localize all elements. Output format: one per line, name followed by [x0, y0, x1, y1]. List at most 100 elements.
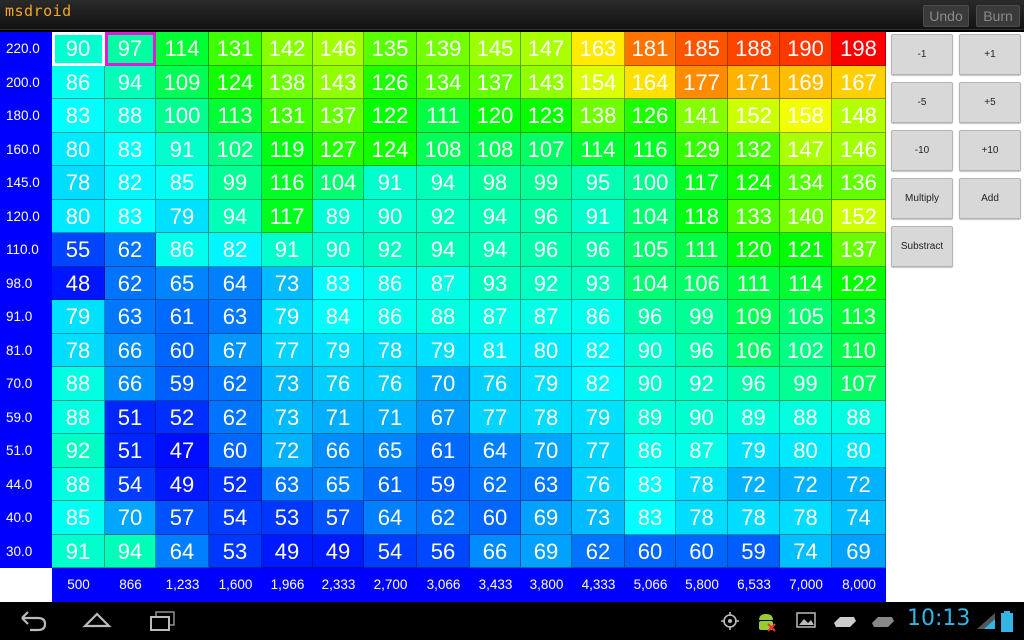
table-cell[interactable]: 89: [625, 400, 676, 434]
table-cell[interactable]: 86: [572, 300, 625, 334]
table-cell[interactable]: 82: [105, 166, 156, 200]
table-cell[interactable]: 70: [417, 367, 470, 401]
table-cell[interactable]: 78: [52, 333, 105, 367]
table-cell[interactable]: 86: [156, 233, 209, 267]
table-cell[interactable]: 137: [832, 233, 886, 267]
table-cell[interactable]: 95: [572, 166, 625, 200]
table-cell[interactable]: 76: [364, 367, 417, 401]
table-cell[interactable]: 143: [313, 65, 364, 99]
table-cell[interactable]: 73: [262, 266, 313, 300]
table-cell[interactable]: 133: [728, 199, 780, 233]
burn-button[interactable]: Burn: [976, 5, 1020, 27]
table-cell[interactable]: 92: [417, 199, 470, 233]
table-cell[interactable]: 72: [728, 467, 780, 501]
table-cell[interactable]: 87: [521, 300, 572, 334]
table-cell[interactable]: 88: [105, 99, 156, 133]
table-cell[interactable]: 57: [313, 501, 364, 535]
table-cell[interactable]: 80: [780, 434, 832, 468]
table-cell[interactable]: 88: [780, 400, 832, 434]
table-cell[interactable]: 104: [625, 199, 676, 233]
table-cell[interactable]: 48: [52, 266, 105, 300]
table-cell[interactable]: 83: [625, 501, 676, 535]
table-cell[interactable]: 90: [364, 199, 417, 233]
table-cell[interactable]: 89: [728, 400, 780, 434]
table-cell[interactable]: 59: [156, 367, 209, 401]
table-cell[interactable]: 111: [417, 99, 470, 133]
table-cell[interactable]: 158: [780, 99, 832, 133]
table-cell[interactable]: 94: [105, 534, 156, 568]
table-cell[interactable]: 97: [105, 32, 156, 66]
table-cell[interactable]: 79: [572, 400, 625, 434]
table-cell[interactable]: 59: [728, 534, 780, 568]
table-cell[interactable]: 60: [209, 434, 262, 468]
table-cell[interactable]: 131: [262, 99, 313, 133]
table-cell[interactable]: 99: [780, 367, 832, 401]
table-cell[interactable]: 113: [832, 300, 886, 334]
table-cell[interactable]: 49: [156, 467, 209, 501]
table-cell[interactable]: 91: [262, 233, 313, 267]
table-cell[interactable]: 142: [262, 32, 313, 66]
table-cell[interactable]: 91: [52, 534, 105, 568]
table-cell[interactable]: 106: [728, 333, 780, 367]
table-cell[interactable]: 198: [832, 32, 886, 66]
table-cell[interactable]: 86: [625, 434, 676, 468]
table-cell[interactable]: 111: [676, 233, 728, 267]
minus-5-button[interactable]: -5: [891, 82, 953, 123]
table-cell[interactable]: 92: [521, 266, 572, 300]
table-cell[interactable]: 87: [676, 434, 728, 468]
table-cell[interactable]: 78: [364, 333, 417, 367]
table-cell[interactable]: 76: [470, 367, 521, 401]
table-cell[interactable]: 78: [728, 501, 780, 535]
table-cell[interactable]: 60: [625, 534, 676, 568]
table-cell[interactable]: 78: [676, 467, 728, 501]
table-cell[interactable]: 88: [417, 300, 470, 334]
table-cell[interactable]: 99: [676, 300, 728, 334]
table-cell[interactable]: 83: [625, 467, 676, 501]
plus-10-button[interactable]: +10: [959, 130, 1021, 171]
table-cell[interactable]: 83: [105, 132, 156, 166]
table-cell[interactable]: 66: [313, 434, 364, 468]
table-cell[interactable]: 79: [52, 300, 105, 334]
table-cell[interactable]: 114: [572, 132, 625, 166]
table-cell[interactable]: 77: [262, 333, 313, 367]
table-cell[interactable]: 134: [780, 166, 832, 200]
table-cell[interactable]: 80: [832, 434, 886, 468]
table-cell[interactable]: 107: [832, 367, 886, 401]
table-cell[interactable]: 66: [105, 333, 156, 367]
table-cell[interactable]: 65: [364, 434, 417, 468]
table-cell[interactable]: 59: [417, 467, 470, 501]
table-cell[interactable]: 88: [52, 467, 105, 501]
table-cell[interactable]: 61: [156, 300, 209, 334]
table-cell[interactable]: 73: [572, 501, 625, 535]
table-cell[interactable]: 145: [470, 32, 521, 66]
multiply-button[interactable]: Multiply: [891, 178, 953, 219]
table-cell[interactable]: 99: [521, 166, 572, 200]
table-cell[interactable]: 82: [572, 367, 625, 401]
table-cell[interactable]: 85: [156, 166, 209, 200]
table-cell[interactable]: 126: [625, 99, 676, 133]
table-cell[interactable]: 79: [728, 434, 780, 468]
table-cell[interactable]: 92: [52, 434, 105, 468]
table-cell[interactable]: 83: [105, 199, 156, 233]
table-cell[interactable]: 79: [313, 333, 364, 367]
table-cell[interactable]: 90: [676, 400, 728, 434]
table-cell[interactable]: 152: [832, 199, 886, 233]
table-cell[interactable]: 126: [364, 65, 417, 99]
table-cell[interactable]: 83: [313, 266, 364, 300]
table-cell[interactable]: 100: [625, 166, 676, 200]
table-cell[interactable]: 108: [417, 132, 470, 166]
table-cell[interactable]: 85: [52, 501, 105, 535]
table-cell[interactable]: 110: [832, 333, 886, 367]
table-cell[interactable]: 78: [521, 400, 572, 434]
table-cell[interactable]: 92: [676, 367, 728, 401]
table-cell[interactable]: 90: [313, 233, 364, 267]
table-cell[interactable]: 117: [676, 166, 728, 200]
table-cell[interactable]: 79: [417, 333, 470, 367]
table-cell[interactable]: 80: [52, 199, 105, 233]
table-cell[interactable]: 81: [470, 333, 521, 367]
table-cell[interactable]: 79: [156, 199, 209, 233]
table-cell[interactable]: 98: [470, 166, 521, 200]
table-cell[interactable]: 60: [470, 501, 521, 535]
table-cell[interactable]: 49: [262, 534, 313, 568]
table-cell[interactable]: 146: [832, 132, 886, 166]
